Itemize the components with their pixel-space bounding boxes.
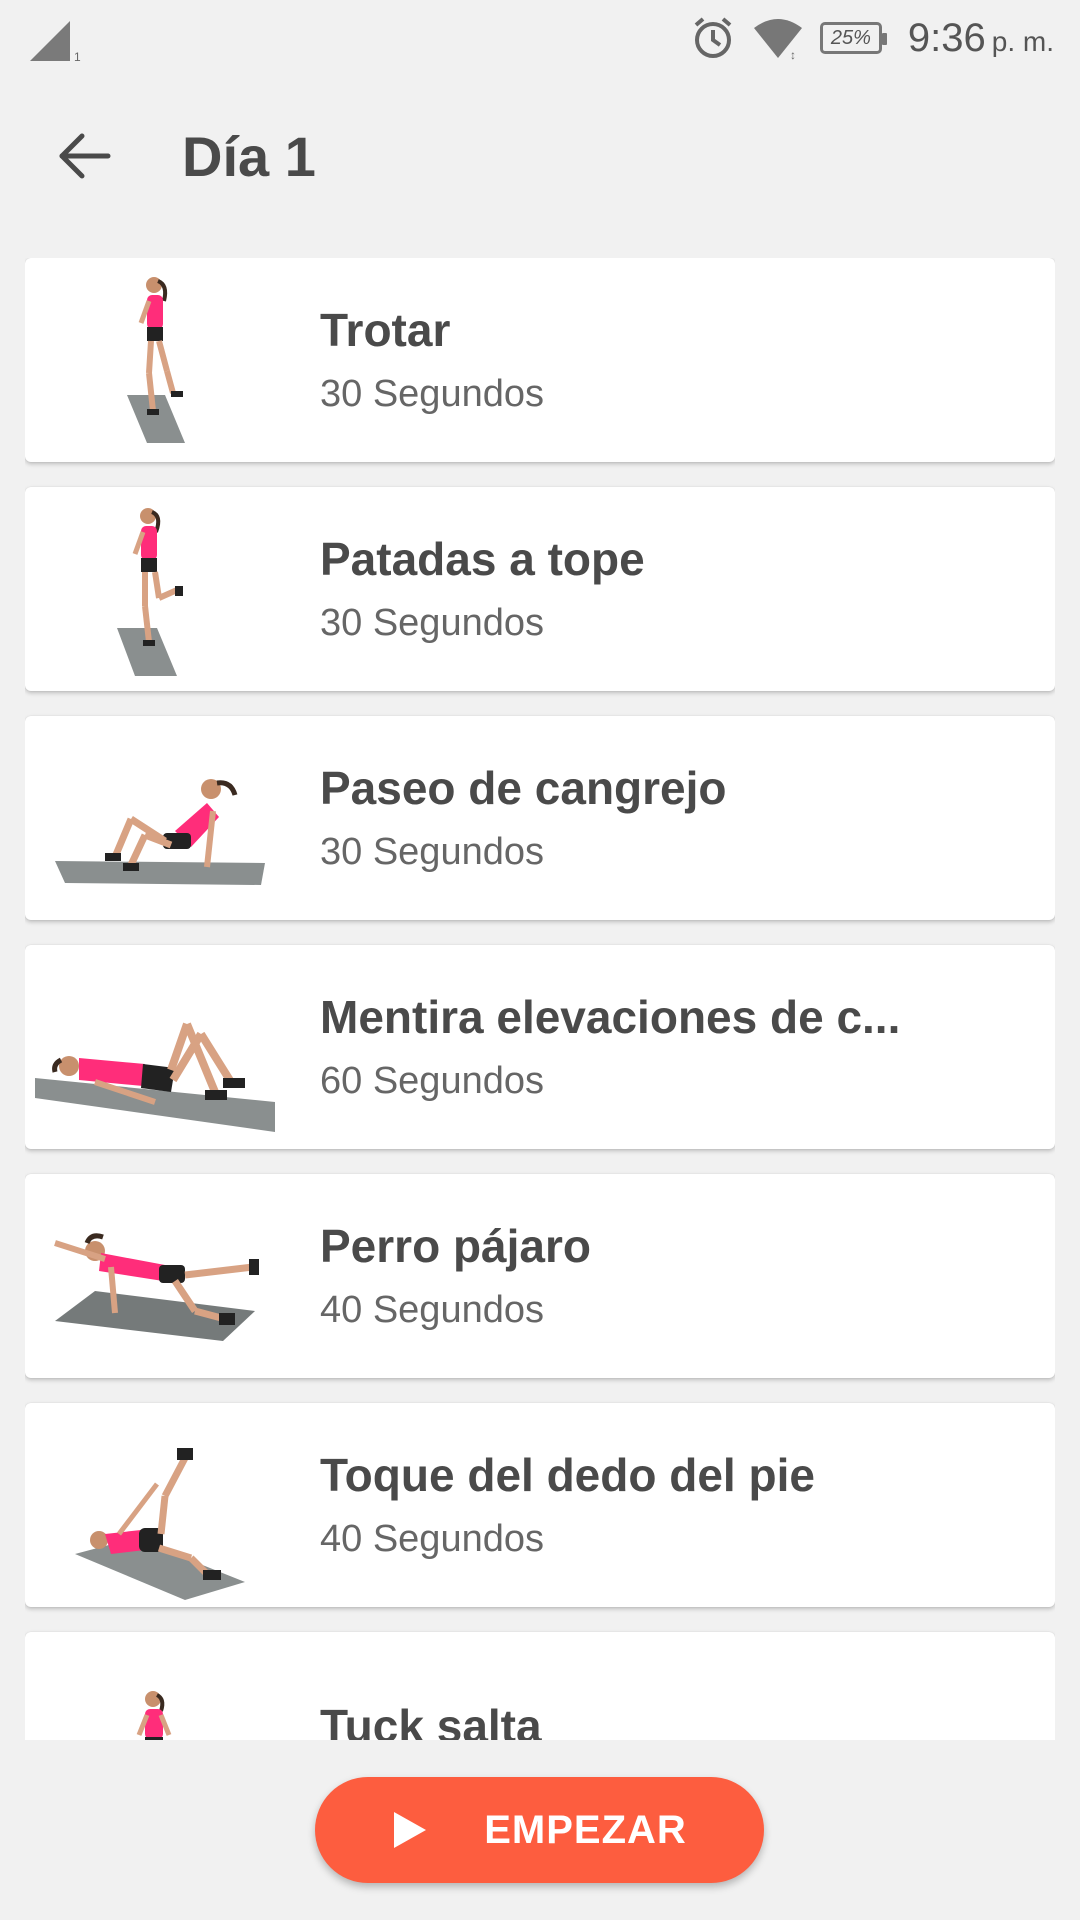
battery-icon: 25%: [819, 22, 887, 54]
exercise-thumbnail: [25, 716, 285, 920]
page-title: Día 1: [182, 124, 316, 188]
exercise-card[interactable]: Trotar 30 Segundos: [25, 258, 1055, 462]
exercise-name: Trotar: [320, 303, 451, 356]
exercise-duration: 40 Segundos: [320, 1517, 544, 1560]
start-button[interactable]: EMPEZAR: [315, 1777, 764, 1883]
exercise-text: Tuck salta: [320, 1699, 542, 1740]
exercise-duration: 40 Segundos: [320, 1288, 544, 1331]
status-right: ↕ 25% 9:36 p. m.: [690, 15, 1054, 61]
exercise-list[interactable]: Trotar 30 Segundos Patadas a tope 30 Seg…: [25, 258, 1055, 1740]
status-bar: 1 ↕ 25% 9:36 p. m.: [0, 0, 1080, 76]
exercise-duration: 30 Segundos: [320, 830, 544, 873]
butt-kicks-figure-icon: [117, 508, 183, 676]
exercise-thumbnail: [25, 1174, 285, 1378]
app-bar: Día 1: [0, 96, 1080, 216]
exercise-card[interactable]: Toque del dedo del pie 40 Segundos: [25, 1403, 1055, 1607]
exercise-name: Tuck salta: [320, 1700, 542, 1740]
exercise-thumbnail: [25, 1632, 285, 1740]
status-left: 1: [26, 13, 86, 63]
alarm-icon: [694, 17, 732, 58]
crab-walk-figure-icon: [55, 779, 265, 885]
jogging-figure-icon: [127, 277, 185, 443]
svg-text:1: 1: [74, 50, 81, 63]
exercise-name: Perro pájaro: [320, 1219, 591, 1272]
signal-icon: 1: [30, 21, 81, 63]
exercise-text: Toque del dedo del pie 40 Segundos: [320, 1448, 815, 1563]
exercise-card[interactable]: Patadas a tope 30 Segundos: [25, 487, 1055, 691]
exercise-name: Patadas a tope: [320, 532, 645, 585]
battery-level: 25%: [830, 26, 871, 49]
wifi-icon: ↕: [753, 19, 802, 60]
status-time: 9:36: [907, 15, 986, 60]
exercise-thumbnail: [25, 487, 285, 691]
start-button-label: EMPEZAR: [484, 1807, 687, 1852]
screen: 1 ↕ 25% 9:36 p. m. Día 1 Trotar 30 Segun…: [0, 0, 1080, 1920]
exercise-card[interactable]: Perro pájaro 40 Segundos: [25, 1174, 1055, 1378]
exercise-text: Patadas a tope 30 Segundos: [320, 532, 645, 647]
toe-touch-figure-icon: [75, 1448, 245, 1600]
svg-text:↕: ↕: [790, 48, 796, 60]
exercise-card[interactable]: Tuck salta: [25, 1632, 1055, 1740]
status-ampm: p. m.: [991, 25, 1054, 57]
exercise-duration: 30 Segundos: [320, 601, 544, 644]
exercise-text: Perro pájaro 40 Segundos: [320, 1219, 591, 1334]
exercise-card[interactable]: Paseo de cangrejo 30 Segundos: [25, 716, 1055, 920]
exercise-text: Paseo de cangrejo 30 Segundos: [320, 761, 727, 876]
exercise-thumbnail: [25, 258, 285, 462]
exercise-text: Mentira elevaciones de c... 60 Segundos: [320, 990, 900, 1105]
exercise-duration: 30 Segundos: [320, 372, 544, 415]
back-button[interactable]: [24, 96, 144, 216]
exercise-name: Toque del dedo del pie: [320, 1448, 815, 1501]
exercise-name: Paseo de cangrejo: [320, 761, 727, 814]
exercise-duration: 60 Segundos: [320, 1059, 544, 1102]
clock: 9:36 p. m.: [908, 16, 1054, 61]
tuck-jump-figure-icon: [136, 1691, 172, 1740]
exercise-thumbnail: [25, 1403, 285, 1607]
arrow-left-icon: [59, 133, 111, 179]
exercise-card[interactable]: Mentira elevaciones de c... 60 Segundos: [25, 945, 1055, 1149]
exercise-thumbnail: [25, 945, 285, 1149]
hip-raise-figure-icon: [35, 1022, 275, 1132]
play-icon: [394, 1812, 427, 1848]
exercise-text: Trotar 30 Segundos: [320, 303, 544, 418]
exercise-name: Mentira elevaciones de c...: [320, 990, 901, 1043]
bird-dog-figure-icon: [54, 1233, 259, 1341]
